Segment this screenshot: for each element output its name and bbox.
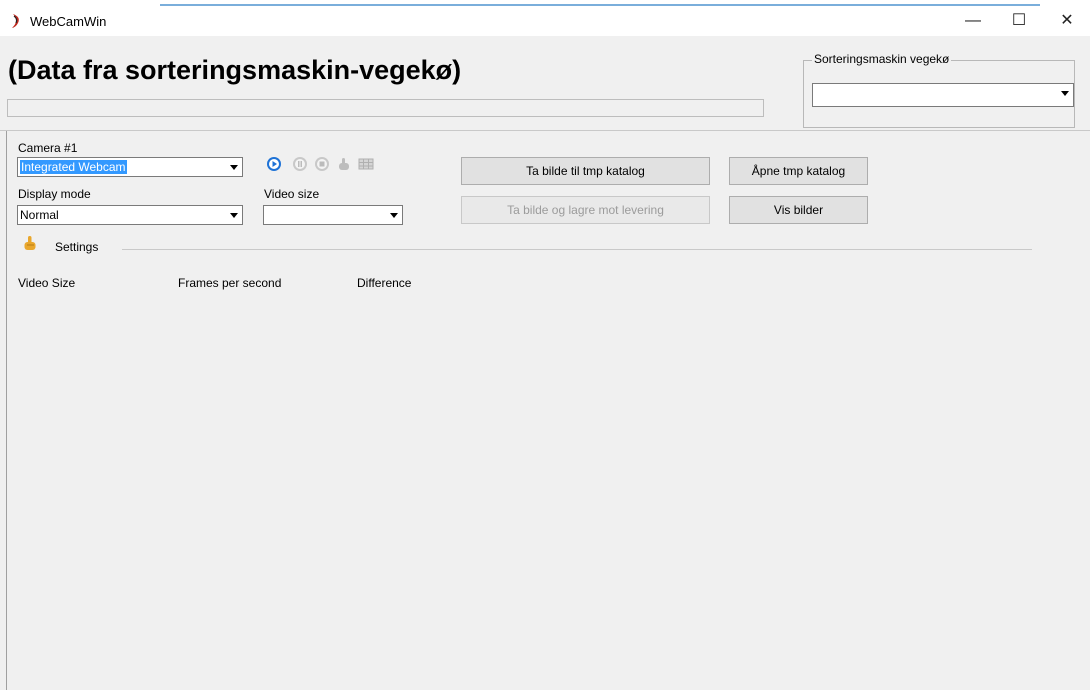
window-title: WebCamWin	[30, 14, 107, 29]
play-icon[interactable]	[266, 156, 282, 172]
left-border	[6, 131, 7, 690]
settings-label[interactable]: Settings	[55, 240, 98, 254]
display-mode-select-value: Normal	[20, 208, 59, 222]
stat-video-size: Video Size	[18, 276, 76, 290]
chevron-down-icon[interactable]	[225, 206, 242, 224]
stat-difference: Difference	[357, 276, 412, 290]
display-mode-select[interactable]: Normal	[17, 205, 243, 225]
chevron-down-icon[interactable]	[385, 206, 402, 224]
maximize-icon: ☐	[1011, 12, 1027, 29]
stat-fps: Frames per second	[178, 276, 282, 290]
minimize-button[interactable]: —	[950, 7, 996, 35]
sorting-machine-select[interactable]	[812, 83, 1074, 107]
video-size-label: Video size	[264, 187, 320, 201]
app-icon	[9, 13, 23, 29]
take-tmp-button[interactable]: Ta bilde til tmp katalog	[461, 157, 710, 185]
page-title: (Data fra sorteringsmaskin-vegekø)	[8, 55, 462, 85]
separator	[0, 130, 1090, 131]
display-mode-label: Display mode	[18, 187, 91, 201]
pause-icon[interactable]	[292, 156, 308, 172]
title-accent-line	[160, 4, 1040, 6]
minimize-icon: —	[965, 12, 981, 29]
chevron-down-icon[interactable]	[225, 158, 242, 176]
close-button[interactable]: ✕	[1044, 7, 1090, 35]
group-legend: Sorteringsmaskin vegekø	[812, 52, 952, 66]
chevron-down-icon[interactable]	[1056, 84, 1073, 106]
grid-icon[interactable]	[358, 156, 374, 172]
camera-select-value: Integrated Webcam	[20, 160, 127, 174]
show-images-button[interactable]: Vis bilder	[729, 196, 868, 224]
close-icon: ✕	[1060, 12, 1074, 29]
stop-icon[interactable]	[314, 156, 330, 172]
settings-hand-icon[interactable]	[22, 235, 38, 251]
maximize-button[interactable]: ☐	[996, 7, 1042, 35]
open-tmp-button[interactable]: Åpne tmp katalog	[729, 157, 868, 185]
camera-label: Camera #1	[18, 141, 78, 155]
video-size-select[interactable]	[263, 205, 403, 225]
settings-hand-icon[interactable]	[336, 156, 352, 172]
progress-bar	[7, 99, 764, 117]
camera-select[interactable]: Integrated Webcam	[17, 157, 243, 177]
take-save-button[interactable]: Ta bilde og lagre mot levering	[461, 196, 710, 224]
settings-divider	[122, 249, 1032, 250]
